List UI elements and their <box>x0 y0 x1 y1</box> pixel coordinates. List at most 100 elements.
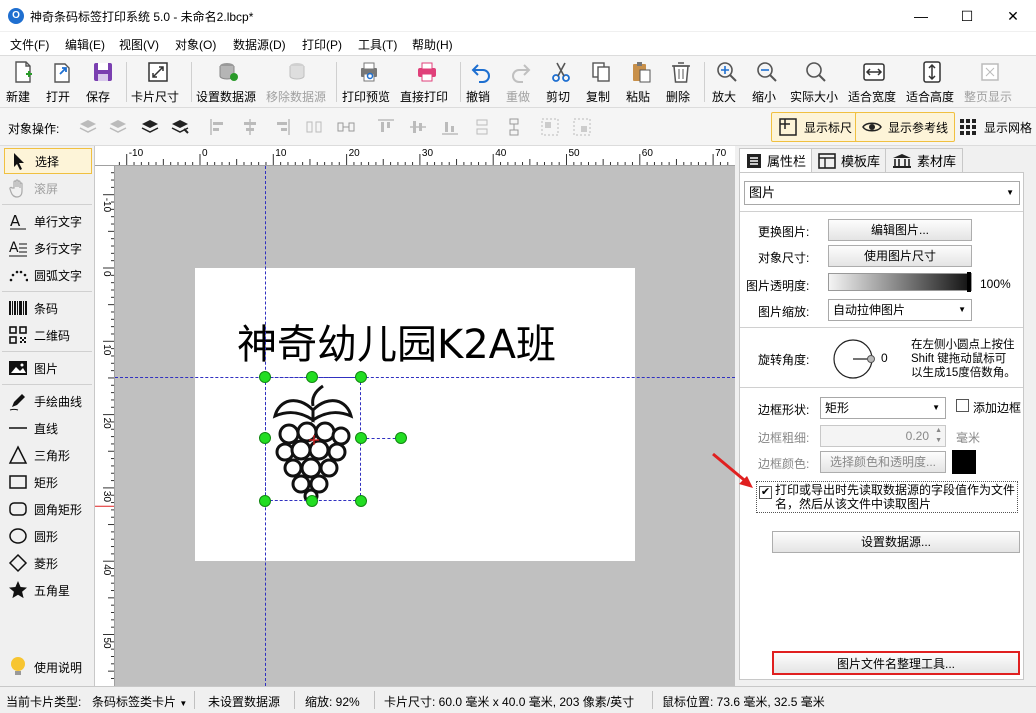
open-button[interactable]: 打开 <box>46 60 80 106</box>
tool-select[interactable]: 选择 <box>4 148 92 174</box>
fit-height-button[interactable]: 适合高度 <box>906 60 958 106</box>
tab-materials[interactable]: 素材库 <box>885 148 964 172</box>
use-image-size-button[interactable]: 使用图片尺寸 <box>828 245 972 267</box>
layer-bottom-icon[interactable] <box>78 117 98 137</box>
scale-select[interactable]: 自动拉伸图片 ▼ <box>828 299 972 321</box>
tab-properties[interactable]: 属性栏 <box>739 148 814 172</box>
image-filename-tool-button[interactable]: 图片文件名整理工具... <box>772 651 1020 675</box>
menu-print[interactable]: 打印(P) <box>302 36 342 53</box>
add-border-checkbox[interactable] <box>956 399 969 412</box>
fit-width-button[interactable]: 适合宽度 <box>848 60 900 106</box>
layer-up-icon[interactable] <box>140 117 160 137</box>
object-type-select[interactable]: 图片 ▼ <box>744 181 1020 205</box>
tab-templates[interactable]: 模板库 <box>811 148 888 172</box>
menu-file[interactable]: 文件(F) <box>10 36 49 53</box>
resize-handle-top[interactable] <box>306 371 318 383</box>
border-shape-select[interactable]: 矩形 ▼ <box>820 397 946 419</box>
ruler-left[interactable]: -10 0 10 20 30 40 50 <box>95 166 115 686</box>
tool-round-rect[interactable]: 圆角矩形 <box>4 496 92 522</box>
minimize-button[interactable]: — <box>898 0 944 32</box>
tool-freehand[interactable]: 手绘曲线 <box>4 388 92 414</box>
print-preview-button[interactable]: 打印预览 <box>342 60 396 106</box>
resize-handle-bottom[interactable] <box>306 495 318 507</box>
menu-datasource[interactable]: 数据源(D) <box>233 36 286 53</box>
tool-help[interactable]: 使用说明 <box>4 654 92 680</box>
tool-arc-text[interactable]: 圆弧文字 <box>4 262 92 288</box>
tool-triangle[interactable]: 三角形 <box>4 442 92 468</box>
show-grid-toggle[interactable]: 显示网格 <box>954 112 1036 142</box>
zoom-out-button[interactable]: 缩小 <box>752 60 782 106</box>
redo-button[interactable]: 重做 <box>506 60 536 106</box>
resize-handle-bottom-right[interactable] <box>355 495 367 507</box>
set-datasource-button[interactable]: 设置数据源 <box>196 60 260 106</box>
ruler-top[interactable]: -10 0 10 20 30 40 50 60 70 <box>95 146 735 166</box>
tool-single-text[interactable]: A 单行文字 <box>4 208 92 234</box>
resize-handle-left[interactable] <box>259 432 271 444</box>
set-datasource-panel-button[interactable]: 设置数据源... <box>772 531 1020 553</box>
tool-diamond[interactable]: 菱形 <box>4 550 92 576</box>
align-top-icon[interactable] <box>376 117 396 137</box>
menu-tools[interactable]: 工具(T) <box>358 36 397 53</box>
zoom-in-button[interactable]: 放大 <box>712 60 742 106</box>
layer-top-icon[interactable] <box>170 117 190 137</box>
tool-image[interactable]: 图片 <box>4 355 92 381</box>
save-button[interactable]: 保存 <box>86 60 120 106</box>
menu-edit[interactable]: 编辑(E) <box>65 36 105 53</box>
align-left-icon[interactable] <box>208 117 228 137</box>
close-button[interactable]: ✕ <box>990 0 1036 32</box>
card-size-button[interactable]: 卡片尺寸 <box>131 60 185 106</box>
show-guides-toggle[interactable]: 显示参考线 <box>855 112 956 142</box>
tool-rect[interactable]: 矩形 <box>4 469 92 495</box>
opacity-slider[interactable] <box>828 272 972 292</box>
direct-print-button[interactable]: 直接打印 <box>400 60 454 106</box>
distribute-v-spacing-icon[interactable] <box>504 117 524 137</box>
paste-button[interactable]: 粘贴 <box>626 60 656 106</box>
rotation-handle[interactable] <box>395 432 407 444</box>
delete-button[interactable]: 删除 <box>666 60 696 106</box>
label-card[interactable]: 神奇幼儿园K2A班 <box>195 268 635 561</box>
group-icon[interactable] <box>540 117 560 137</box>
label-text-object[interactable]: 神奇幼儿园K2A班 <box>237 312 556 370</box>
undo-button[interactable]: 撤销 <box>466 60 496 106</box>
design-canvas[interactable]: 神奇幼儿园K2A班 <box>115 166 735 686</box>
tool-ellipse[interactable]: 圆形 <box>4 523 92 549</box>
new-button[interactable]: 新建 <box>6 60 40 106</box>
edit-image-button[interactable]: 编辑图片... <box>828 219 972 241</box>
show-ruler-toggle[interactable]: 显示标尺 <box>771 112 860 142</box>
choose-color-button[interactable]: 选择颜色和透明度... <box>820 451 946 473</box>
card-type-select[interactable]: 条码标签类卡片 ▼ <box>92 693 187 710</box>
ungroup-icon[interactable] <box>572 117 592 137</box>
distribute-h-icon[interactable] <box>304 117 324 137</box>
resize-handle-bottom-left[interactable] <box>259 495 271 507</box>
resize-handle-top-right[interactable] <box>355 371 367 383</box>
tool-line[interactable]: 直线 <box>4 415 92 441</box>
opacity-slider-thumb[interactable] <box>967 272 971 292</box>
border-color-swatch[interactable] <box>952 450 976 474</box>
align-center-icon[interactable] <box>240 117 260 137</box>
whole-page-button[interactable]: 整页显示 <box>964 60 1016 106</box>
distribute-v-icon[interactable] <box>472 117 492 137</box>
border-width-spinner[interactable]: 0.20 ▲ ▼ <box>820 425 946 447</box>
resize-handle-top-left[interactable] <box>259 371 271 383</box>
align-middle-icon[interactable] <box>408 117 428 137</box>
rotation-dial[interactable] <box>832 337 876 381</box>
guide-horizontal[interactable] <box>115 377 735 378</box>
remove-datasource-button[interactable]: 移除数据源 <box>266 60 330 106</box>
distribute-spacing-icon[interactable] <box>336 117 356 137</box>
tool-star[interactable]: 五角星 <box>4 577 92 603</box>
maximize-button[interactable]: ☐ <box>944 0 990 32</box>
tool-qrcode[interactable]: 二维码 <box>4 322 92 348</box>
tool-multi-text[interactable]: A 多行文字 <box>4 235 92 261</box>
spinner-arrows-icon[interactable]: ▲ ▼ <box>935 426 942 446</box>
layer-down-icon[interactable] <box>108 117 128 137</box>
resize-handle-right[interactable] <box>355 432 367 444</box>
menu-object[interactable]: 对象(O) <box>175 36 216 53</box>
actual-size-button[interactable]: 实际大小 <box>790 60 842 106</box>
align-bottom-icon[interactable] <box>440 117 460 137</box>
cut-button[interactable]: 剪切 <box>546 60 576 106</box>
align-right-icon[interactable] <box>272 117 292 137</box>
tool-scroll[interactable]: 滚屏 <box>4 175 92 201</box>
copy-button[interactable]: 复制 <box>586 60 616 106</box>
read-from-field-option[interactable]: ✔ 打印或导出时先读取数据源的字段值作为文件 名，然后从该文件中读取图片 <box>756 481 1018 513</box>
tool-barcode[interactable]: 条码 <box>4 295 92 321</box>
